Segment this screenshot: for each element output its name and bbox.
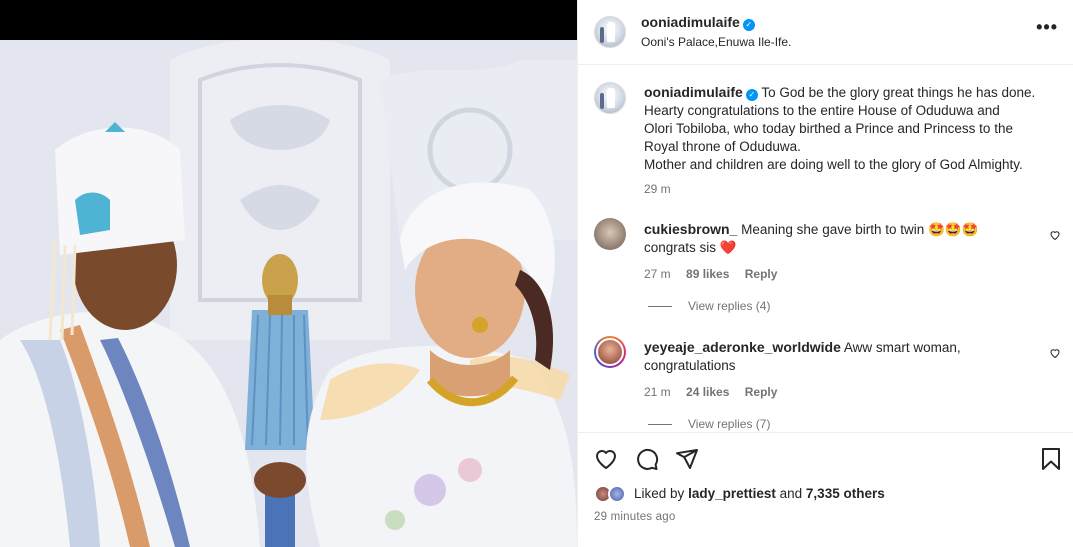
comment-likes[interactable]: 24 likes <box>686 385 729 399</box>
comment-item: yeyeaje_aderonke_worldwide Aww smart wom… <box>644 338 1034 401</box>
likes-and: and <box>779 486 803 501</box>
comment-likes[interactable]: 89 likes <box>686 267 729 281</box>
caption-line-4: Royal throne of Oduduwa. <box>644 139 801 154</box>
post-media[interactable] <box>0 0 577 547</box>
likes-others-link[interactable]: 7,335 others <box>806 486 885 501</box>
post-header: ooniadimulaife ✓ Ooni's Palace,Enuwa Ile-… <box>578 0 1073 65</box>
comment-meta: 21 m 24 likes Reply <box>644 383 1034 401</box>
comment-text-line-1: Aww smart woman, <box>843 340 961 355</box>
caption-line-5: Mother and children are doing well to th… <box>644 157 1023 172</box>
likes-user-link[interactable]: lady_prettiest <box>688 486 776 501</box>
share-icon[interactable] <box>675 447 699 471</box>
bookmark-icon[interactable] <box>1040 447 1062 471</box>
header-username[interactable]: ooniadimulaife <box>641 14 740 30</box>
comment-time[interactable]: 27 m <box>644 267 671 281</box>
view-replies-button[interactable]: View replies (4) <box>648 299 770 313</box>
comment-text-line-1: Meaning she gave birth to twin 🤩🤩🤩 <box>741 222 979 237</box>
avatar[interactable] <box>594 16 626 48</box>
view-replies-button[interactable]: View replies (7) <box>648 417 770 431</box>
caption-line-1: To God be the glory great things he has … <box>761 85 1036 100</box>
comment-like-heart-icon[interactable] <box>1049 347 1061 359</box>
view-replies-label: View replies (7) <box>688 417 771 431</box>
likes-summary: Liked by lady_prettiest and 7,335 others <box>634 486 885 501</box>
comment-item: cukiesbrown_ Meaning she gave birth to t… <box>644 220 1034 283</box>
caption-username[interactable]: ooniadimulaife <box>644 84 743 100</box>
comment-text-line-2: congratulations <box>644 358 736 373</box>
posted-time[interactable]: 29 minutes ago <box>594 511 675 523</box>
comment-reply-button[interactable]: Reply <box>745 267 778 281</box>
caption-avatar[interactable] <box>594 82 626 114</box>
comment-like-heart-icon[interactable] <box>1049 229 1061 241</box>
comment-avatar-story-ring[interactable] <box>594 336 626 368</box>
post-caption: ooniadimulaife ✓ To God be the glory grea… <box>644 83 1064 198</box>
comment-meta: 27 m 89 likes Reply <box>644 265 1034 283</box>
caption-line-2: Hearty congratulations to the entire Hou… <box>644 103 1000 118</box>
verified-badge-icon: ✓ <box>745 89 758 101</box>
likes-prefix: Liked by <box>634 486 685 501</box>
comment-text-line-2: congrats sis ❤️ <box>644 240 737 255</box>
heart-icon[interactable] <box>594 447 618 471</box>
caption-line-3: Olori Tobiloba, who today birthed a Prin… <box>644 121 1013 136</box>
more-options-icon[interactable]: ••• <box>1036 18 1058 36</box>
liker-avatar[interactable] <box>608 485 626 503</box>
comment-avatar <box>596 338 624 366</box>
post-location[interactable]: Ooni's Palace,Enuwa Ile-Ife. <box>641 35 791 49</box>
view-replies-label: View replies (4) <box>688 299 771 313</box>
post-side-panel: ooniadimulaife ✓ Ooni's Palace,Enuwa Ile-… <box>577 0 1073 547</box>
verified-badge-icon: ✓ <box>742 19 755 31</box>
comment-username[interactable]: yeyeaje_aderonke_worldwide <box>644 339 841 355</box>
comment-avatar[interactable] <box>594 218 626 250</box>
comment-username[interactable]: cukiesbrown_ <box>644 221 737 237</box>
comment-reply-button[interactable]: Reply <box>745 385 778 399</box>
photo-illustration <box>0 40 577 547</box>
comment-time[interactable]: 21 m <box>644 385 671 399</box>
post-photo[interactable] <box>0 40 577 547</box>
header-user-block: ooniadimulaife ✓ <box>641 14 755 31</box>
comment-icon[interactable] <box>635 447 659 471</box>
caption-time[interactable]: 29 m <box>644 180 1064 198</box>
